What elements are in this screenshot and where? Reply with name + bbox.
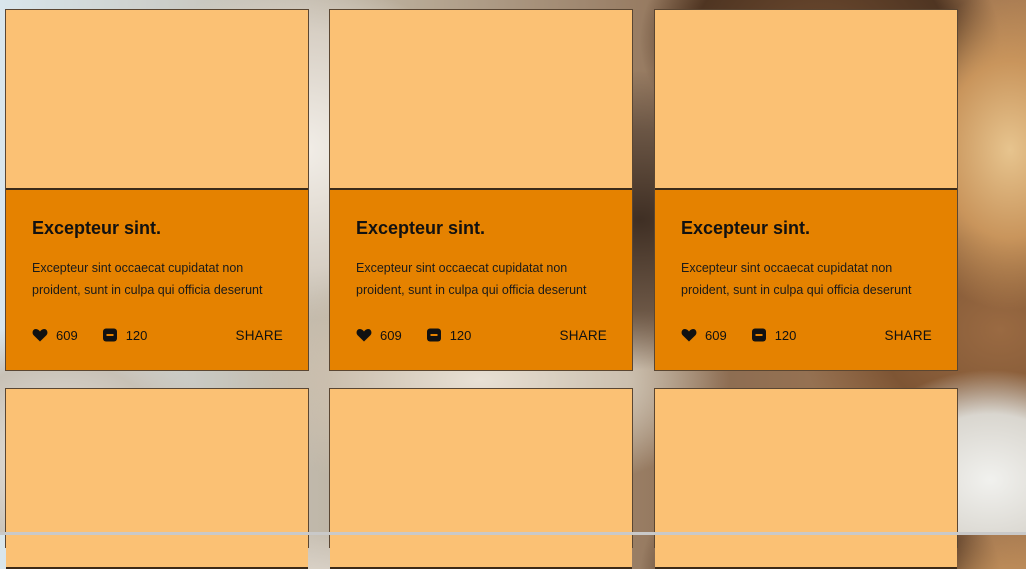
like-stat[interactable]: 609 (681, 328, 727, 343)
share-link[interactable]: SHARE (235, 328, 283, 343)
card-body: Excepteur sint. Excepteur sint occaecat … (655, 190, 957, 370)
card[interactable] (5, 388, 309, 569)
like-stat[interactable]: 609 (32, 328, 78, 343)
share-link[interactable]: SHARE (884, 328, 932, 343)
card-media (330, 389, 632, 569)
card[interactable] (654, 388, 958, 569)
share-link[interactable]: SHARE (559, 328, 607, 343)
comment-stat[interactable]: 120 (102, 327, 148, 343)
card-actions: 609 120 SHARE (356, 326, 607, 344)
heart-icon (681, 329, 697, 342)
card[interactable]: Excepteur sint. Excepteur sint occaecat … (654, 9, 958, 371)
comment-count: 120 (125, 327, 148, 343)
comment-count: 120 (774, 327, 797, 343)
comment-stat[interactable]: 120 (426, 327, 472, 343)
card-text: Excepteur sint occaecat cupidatat non pr… (681, 261, 912, 297)
comment-count: 120 (449, 327, 472, 343)
card-actions: 609 120 SHARE (681, 326, 932, 344)
like-count: 609 (380, 327, 402, 343)
card[interactable]: Excepteur sint. Excepteur sint occaecat … (329, 9, 633, 371)
comment-icon (102, 328, 117, 342)
card-media (6, 389, 308, 569)
card-title: Excepteur sint. (356, 218, 486, 238)
card-actions: 609 120 SHARE (32, 326, 283, 344)
card[interactable]: Excepteur sint. Excepteur sint occaecat … (5, 9, 309, 371)
card-title: Excepteur sint. (32, 218, 162, 238)
like-count: 609 (56, 327, 78, 343)
heart-icon (32, 329, 48, 342)
card-text: Excepteur sint occaecat cupidatat non pr… (356, 261, 587, 297)
comment-icon (426, 328, 441, 342)
card-media (655, 389, 957, 569)
card-title: Excepteur sint. (681, 218, 811, 238)
comment-icon (751, 328, 766, 342)
card-body: Excepteur sint. Excepteur sint occaecat … (6, 190, 308, 370)
card-media (330, 10, 632, 190)
card-text: Excepteur sint occaecat cupidatat non pr… (32, 261, 263, 297)
heart-icon (356, 329, 372, 342)
card-media (655, 10, 957, 190)
card-body: Excepteur sint. Excepteur sint occaecat … (330, 190, 632, 370)
card[interactable] (329, 388, 633, 569)
comment-stat[interactable]: 120 (751, 327, 797, 343)
card-media (6, 10, 308, 190)
like-count: 609 (705, 327, 727, 343)
like-stat[interactable]: 609 (356, 328, 402, 343)
